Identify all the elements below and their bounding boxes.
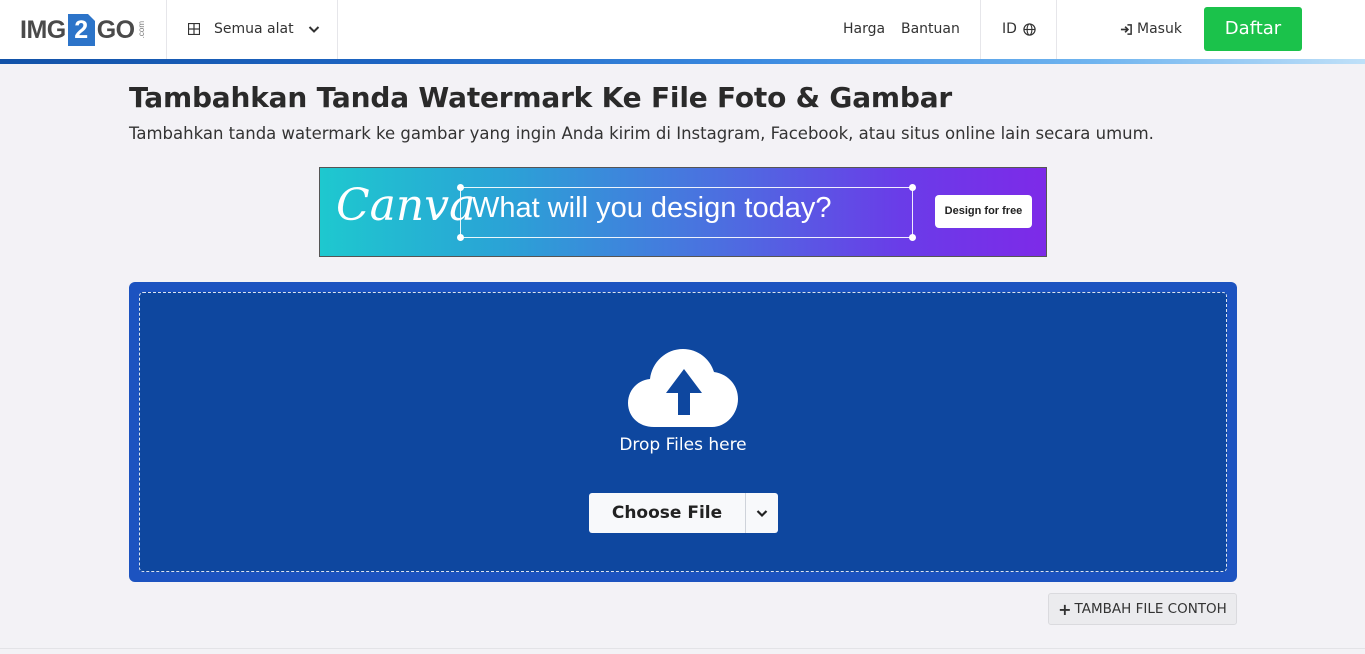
all-tools-dropdown[interactable]: Semua alat: [188, 0, 320, 58]
header-divider: [980, 0, 981, 59]
add-sample-file-button[interactable]: + TAMBAH FILE CONTOH: [1048, 593, 1237, 625]
grid-icon: [188, 23, 200, 35]
page-title: Tambahkan Tanda Watermark Ke File Foto &…: [129, 81, 953, 114]
nav-link-help[interactable]: Bantuan: [901, 0, 960, 58]
header-divider: [1056, 0, 1057, 59]
chevron-down-icon: [308, 26, 319, 33]
drop-files-text: Drop Files here: [619, 435, 747, 455]
add-sample-file-label: TAMBAH FILE CONTOH: [1074, 601, 1227, 617]
header-gradient-bar: [0, 59, 1365, 64]
language-code: ID: [1002, 21, 1017, 37]
login-label: Masuk: [1137, 21, 1182, 37]
cloud-upload-icon: [628, 349, 738, 427]
page-subtitle: Tambahkan tanda watermark ke gambar yang…: [129, 124, 1154, 143]
selection-handle: [457, 234, 464, 241]
choose-file-control: Choose File: [589, 493, 778, 533]
plus-icon: +: [1058, 599, 1072, 619]
logo-number: 2: [67, 14, 95, 46]
top-header: IMG 2 GO .com Semua alat Harga Bantuan I…: [0, 0, 1365, 59]
upload-source-dropdown[interactable]: [746, 493, 778, 533]
chevron-down-icon: [756, 510, 768, 518]
globe-icon: [1023, 22, 1036, 36]
selection-handle: [909, 234, 916, 241]
logo-suffix: .com: [136, 21, 146, 39]
site-logo[interactable]: IMG 2 GO .com: [20, 12, 146, 48]
advertisement-banner[interactable]: Canva What will you design today? Design…: [319, 167, 1047, 257]
language-selector[interactable]: ID: [1002, 0, 1036, 58]
selection-handle: [457, 184, 464, 191]
nav-link-pricing[interactable]: Harga: [843, 0, 885, 58]
header-divider: [166, 0, 167, 59]
logo-text-left: IMG: [20, 15, 66, 44]
logo-text-right: GO: [96, 15, 135, 44]
all-tools-label: Semua alat: [214, 21, 294, 37]
ad-brand: Canva: [336, 180, 476, 231]
ad-cta-button[interactable]: Design for free: [935, 195, 1032, 228]
selection-handle: [909, 184, 916, 191]
choose-file-button[interactable]: Choose File: [589, 493, 746, 533]
sign-in-icon: [1120, 23, 1132, 35]
drop-zone[interactable]: Drop Files here Choose File: [139, 292, 1227, 572]
footer-divider: [0, 648, 1365, 649]
upload-area: Drop Files here Choose File: [129, 282, 1237, 582]
signup-button[interactable]: Daftar: [1204, 7, 1302, 51]
login-button[interactable]: Masuk: [1120, 0, 1182, 58]
ad-tagline: What will you design today?: [472, 192, 832, 224]
header-divider: [337, 0, 338, 59]
